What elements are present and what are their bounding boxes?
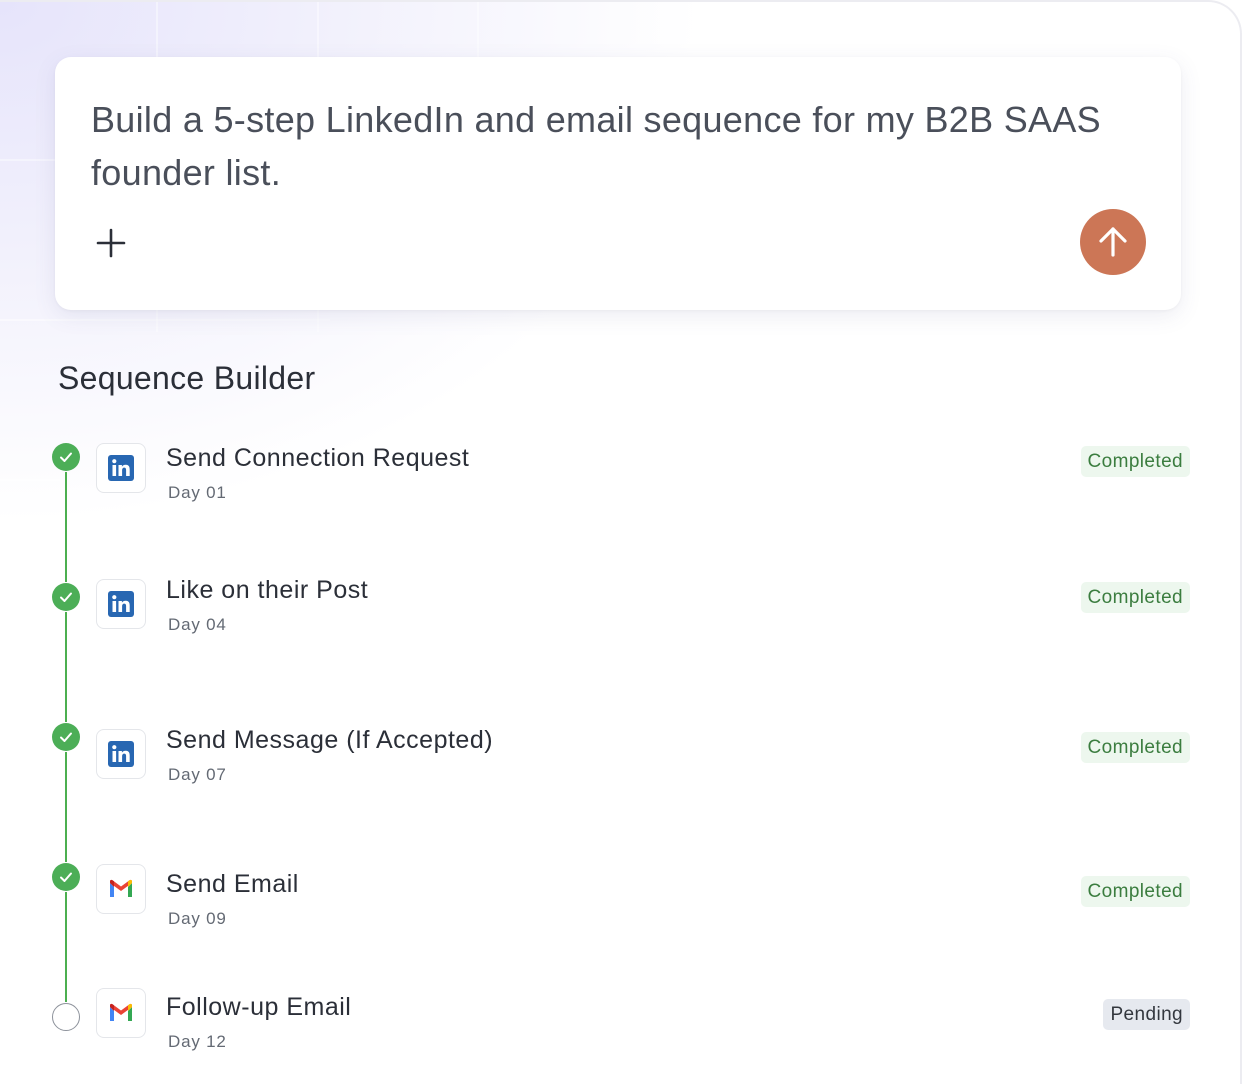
app-frame: Build a 5-step LinkedIn and email sequen…	[0, 0, 1242, 1084]
plus-icon	[96, 228, 126, 258]
step-title: Like on their Post	[166, 576, 369, 604]
linkedin-icon	[96, 729, 146, 779]
gmail-icon	[96, 988, 146, 1038]
status-badge: Completed	[1080, 876, 1190, 907]
completed-check-icon	[52, 863, 80, 891]
status-badge: Pending	[1103, 999, 1190, 1030]
completed-check-icon	[52, 443, 80, 471]
arrow-up-icon	[1099, 227, 1127, 257]
linkedin-icon	[96, 443, 146, 493]
step-day: Day 04	[168, 615, 227, 634]
status-badge: Completed	[1080, 582, 1190, 613]
step-title: Send Message (If Accepted)	[166, 726, 494, 754]
step-title: Send Connection Request	[166, 444, 470, 472]
send-button[interactable]	[1080, 209, 1146, 275]
timeline-connector	[65, 472, 67, 582]
step-title: Follow-up Email	[166, 993, 352, 1021]
prompt-input[interactable]: Build a 5-step LinkedIn and email sequen…	[91, 93, 1151, 199]
status-badge: Completed	[1080, 446, 1190, 477]
prompt-card: Build a 5-step LinkedIn and email sequen…	[55, 57, 1181, 310]
gmail-icon	[96, 864, 146, 914]
step-day: Day 07	[168, 765, 227, 784]
linkedin-icon	[96, 579, 146, 629]
section-title: Sequence Builder	[58, 360, 316, 396]
pending-circle-icon	[52, 1003, 80, 1031]
add-attachment-button[interactable]	[91, 223, 131, 263]
status-badge: Completed	[1080, 732, 1190, 763]
completed-check-icon	[52, 723, 80, 751]
step-day: Day 01	[168, 483, 227, 502]
step-day: Day 12	[168, 1032, 227, 1051]
completed-check-icon	[52, 583, 80, 611]
timeline-connector	[65, 752, 67, 862]
step-day: Day 09	[168, 909, 227, 928]
step-title: Send Email	[166, 870, 299, 898]
timeline-connector	[65, 612, 67, 722]
timeline-connector	[65, 892, 67, 1002]
